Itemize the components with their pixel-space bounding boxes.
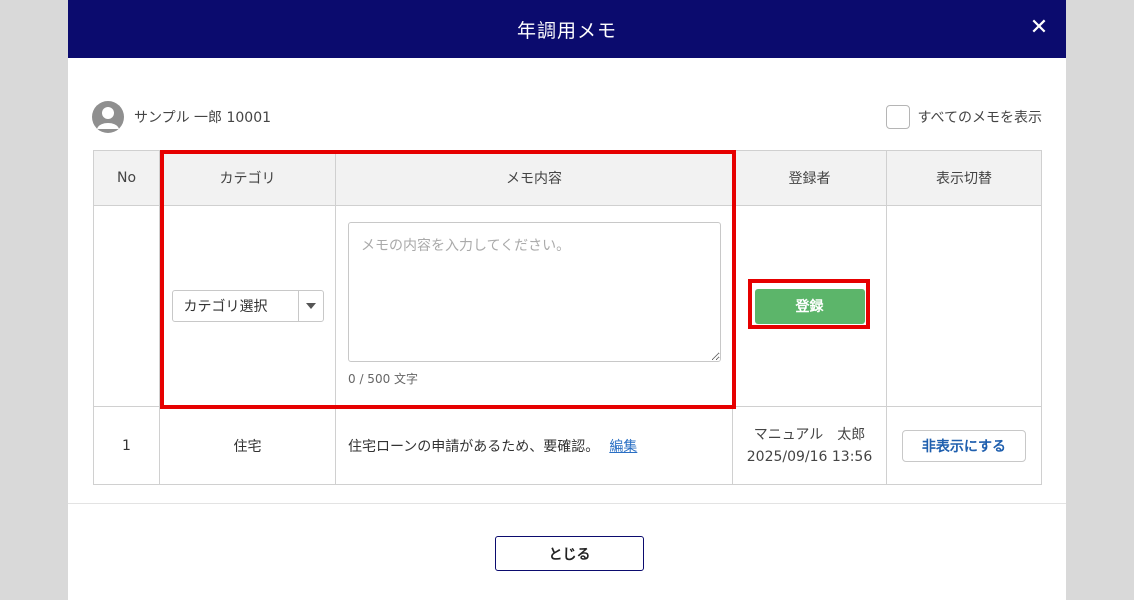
chevron-down-icon[interactable] xyxy=(297,291,323,321)
row-toggle-cell: 非表示にする xyxy=(886,406,1042,485)
close-button[interactable]: とじる xyxy=(495,536,644,571)
row-no: 1 xyxy=(93,406,160,485)
registrar-timestamp: 2025/09/16 13:56 xyxy=(746,448,873,465)
memo-modal: 年調用メモ ✕ サンプル 一郎 10001 すべてのメモを表示 No カテゴリ xyxy=(68,0,1066,600)
row-memo-cell: 住宅ローンの申請があるため、要確認。 編集 xyxy=(335,406,733,485)
user-name: サンプル 一郎 10001 xyxy=(134,110,272,126)
register-button[interactable]: 登録 xyxy=(754,288,865,324)
input-toggle-cell xyxy=(886,205,1042,407)
footer-divider xyxy=(68,503,1066,504)
show-all-toggle[interactable]: すべてのメモを表示 xyxy=(885,105,1042,129)
table-header-row: No カテゴリ メモ内容 登録者 表示切替 xyxy=(93,150,1042,206)
row-registrar-cell: マニュアル 太郎 2025/09/16 13:56 xyxy=(732,406,887,485)
char-count: 0 / 500 文字 xyxy=(348,372,419,386)
input-no-cell xyxy=(93,205,160,407)
show-all-checkbox[interactable] xyxy=(885,105,910,129)
category-select[interactable]: カテゴリ選択 xyxy=(171,290,324,322)
modal-header: 年調用メモ ✕ xyxy=(68,0,1066,58)
modal-title: 年調用メモ xyxy=(516,19,617,42)
header-toggle: 表示切替 xyxy=(886,150,1042,206)
table-row: 1 住宅 住宅ローンの申請があるため、要確認。 編集 マニュアル 太郎 2025/… xyxy=(93,406,1042,485)
registrar-name: マニュアル 太郎 xyxy=(753,426,866,443)
row-memo-text: 住宅ローンの申請があるため、要確認。 xyxy=(348,438,600,455)
memo-textarea[interactable] xyxy=(348,222,721,362)
input-row: カテゴリ選択 0 / 500 文字 登録 xyxy=(93,205,1042,407)
category-select-value: カテゴリ選択 xyxy=(183,299,268,315)
input-category-cell: カテゴリ選択 xyxy=(159,205,336,407)
show-all-label: すべてのメモを表示 xyxy=(917,110,1042,126)
input-memo-cell: 0 / 500 文字 xyxy=(335,205,733,407)
user-avatar-icon xyxy=(92,101,124,133)
row-category: 住宅 xyxy=(159,406,336,485)
hide-button[interactable]: 非表示にする xyxy=(902,429,1026,462)
header-no: No xyxy=(93,150,160,206)
header-registrar: 登録者 xyxy=(732,150,887,206)
user-row: サンプル 一郎 10001 すべてのメモを表示 xyxy=(92,100,1042,134)
user-info: サンプル 一郎 10001 xyxy=(92,101,271,133)
memo-table: No カテゴリ メモ内容 登録者 表示切替 カテゴリ選択 メモの内容を入力してく… xyxy=(93,150,1042,485)
edit-link[interactable]: 編集 xyxy=(609,439,637,455)
close-icon[interactable]: ✕ xyxy=(1026,15,1052,41)
input-register-cell: 登録 xyxy=(732,205,887,407)
header-category: カテゴリ xyxy=(159,150,336,206)
header-memo: メモ内容 xyxy=(335,150,733,206)
